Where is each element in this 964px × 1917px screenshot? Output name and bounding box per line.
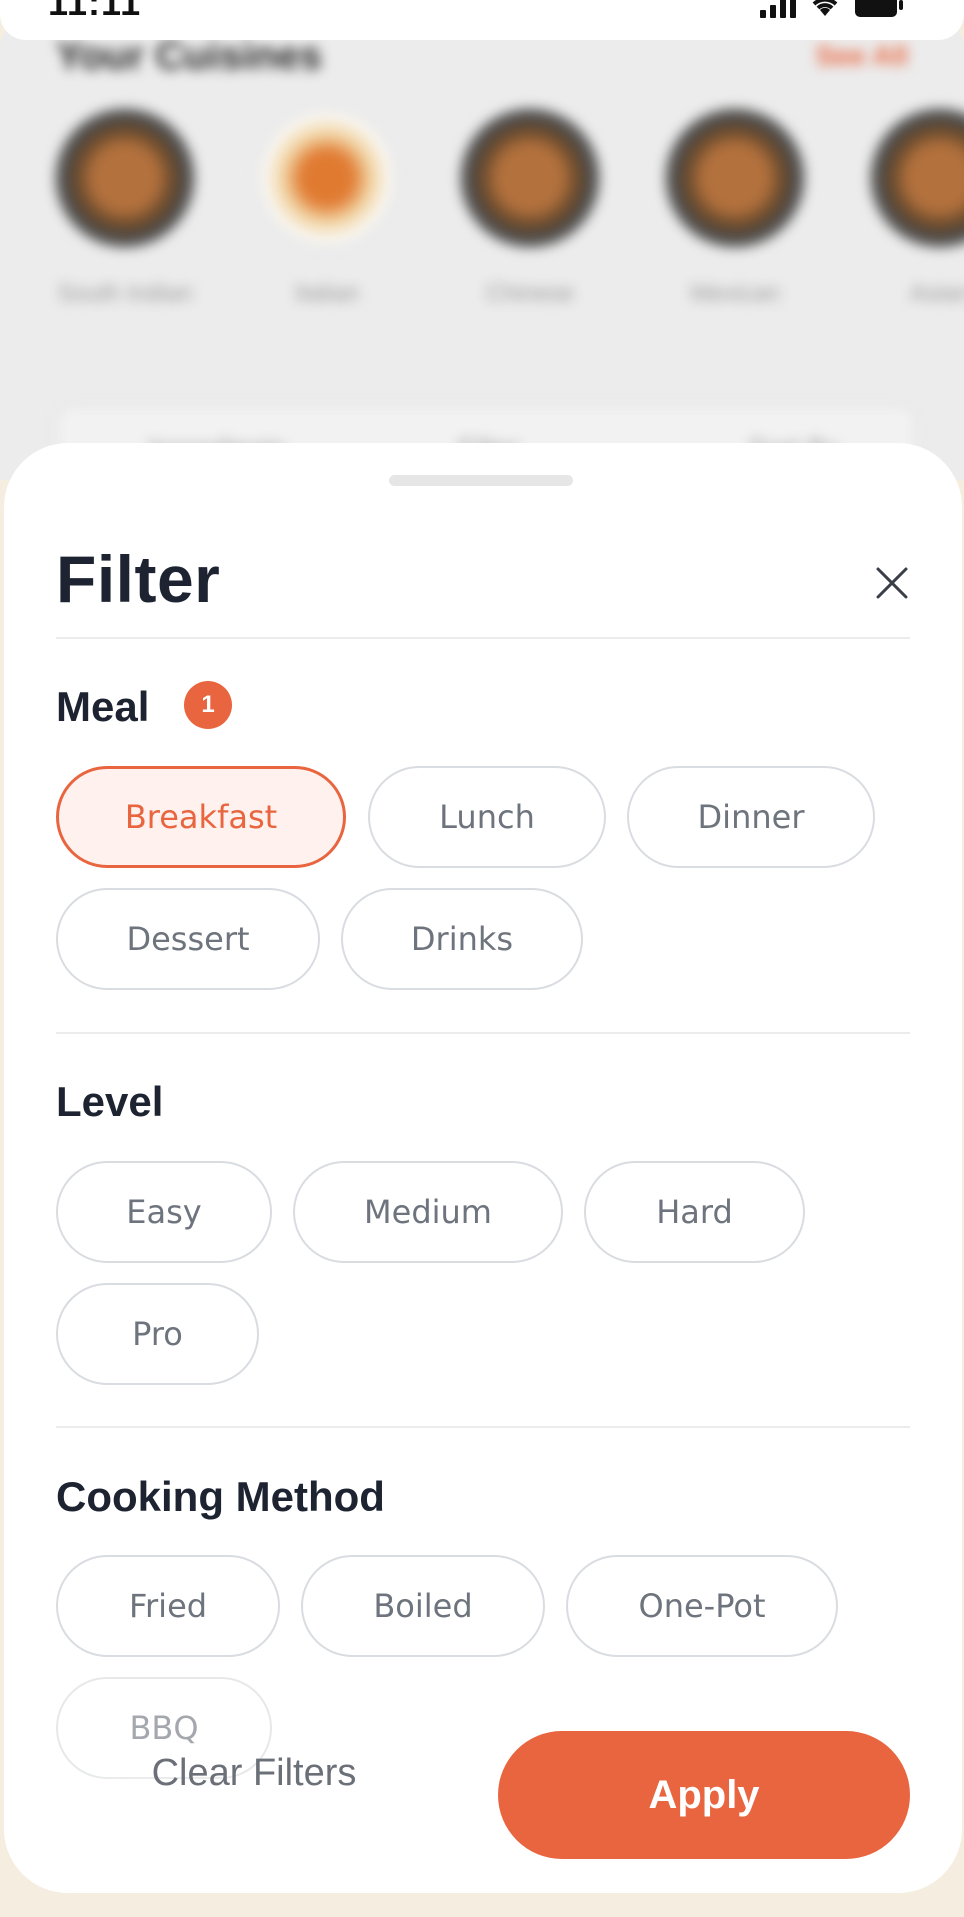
cuisines-heading: Your Cuisines bbox=[56, 34, 322, 78]
chip-level-hard[interactable]: Hard bbox=[584, 1161, 805, 1263]
cuisine-image bbox=[55, 108, 195, 248]
cuisine-image bbox=[257, 108, 397, 248]
cuisine-item: Italian bbox=[252, 108, 402, 309]
chip-level-easy[interactable]: Easy bbox=[56, 1161, 272, 1263]
sheet-title: Filter bbox=[56, 542, 221, 616]
chip-method-boiled[interactable]: Boiled bbox=[301, 1555, 545, 1657]
chip-meal-dessert[interactable]: Dessert bbox=[56, 888, 320, 990]
cooking-method-section-title: Cooking Method bbox=[56, 1473, 385, 1520]
see-all-link: See All bbox=[815, 40, 908, 71]
divider bbox=[56, 637, 910, 639]
status-time: 11:11 bbox=[48, 0, 142, 23]
chip-method-one-pot[interactable]: One-Pot bbox=[566, 1555, 838, 1657]
status-icons bbox=[760, 0, 904, 18]
cuisine-label: Chinese bbox=[485, 280, 575, 307]
apply-button[interactable]: Apply bbox=[498, 1731, 910, 1859]
level-section-title: Level bbox=[56, 1078, 164, 1125]
wifi-icon bbox=[812, 0, 838, 16]
cuisine-item: Chinese bbox=[455, 108, 605, 309]
chip-level-pro[interactable]: Pro bbox=[56, 1283, 259, 1385]
cuisine-label: Mexican bbox=[690, 280, 780, 307]
cuisine-item: South Indian bbox=[50, 108, 200, 309]
chip-level-medium[interactable]: Medium bbox=[293, 1161, 563, 1263]
chip-method-fried[interactable]: Fried bbox=[56, 1555, 280, 1657]
battery-icon bbox=[855, 0, 903, 17]
cuisine-label: Asian bbox=[909, 280, 964, 307]
cuisine-label: South Indian bbox=[57, 280, 193, 307]
signal-icon bbox=[760, 0, 796, 18]
divider bbox=[56, 1032, 910, 1034]
chip-meal-lunch[interactable]: Lunch bbox=[368, 766, 606, 868]
cuisine-item: Asian bbox=[865, 108, 964, 309]
clear-filters-button[interactable]: Clear Filters bbox=[74, 1723, 434, 1823]
close-icon[interactable] bbox=[870, 561, 914, 605]
background-screen: Your Cuisines See All South Indian Itali… bbox=[0, 20, 964, 480]
cuisine-item: Mexican bbox=[660, 108, 810, 309]
chip-meal-drinks[interactable]: Drinks bbox=[341, 888, 583, 990]
chip-meal-breakfast[interactable]: Breakfast bbox=[56, 766, 346, 868]
drag-handle[interactable] bbox=[389, 475, 573, 486]
cuisine-image bbox=[870, 108, 964, 248]
cuisine-image bbox=[665, 108, 805, 248]
cuisine-image bbox=[460, 108, 600, 248]
meal-count-badge: 1 bbox=[184, 681, 232, 729]
cuisine-label: Italian bbox=[294, 280, 360, 307]
divider bbox=[56, 1426, 910, 1428]
meal-section-title: Meal bbox=[56, 683, 150, 730]
filter-bottom-sheet: Filter Meal 1 Breakfast Lunch Dinner Des… bbox=[4, 443, 962, 1893]
chip-meal-dinner[interactable]: Dinner bbox=[627, 766, 875, 868]
status-bar: 11:11 bbox=[0, 0, 964, 40]
